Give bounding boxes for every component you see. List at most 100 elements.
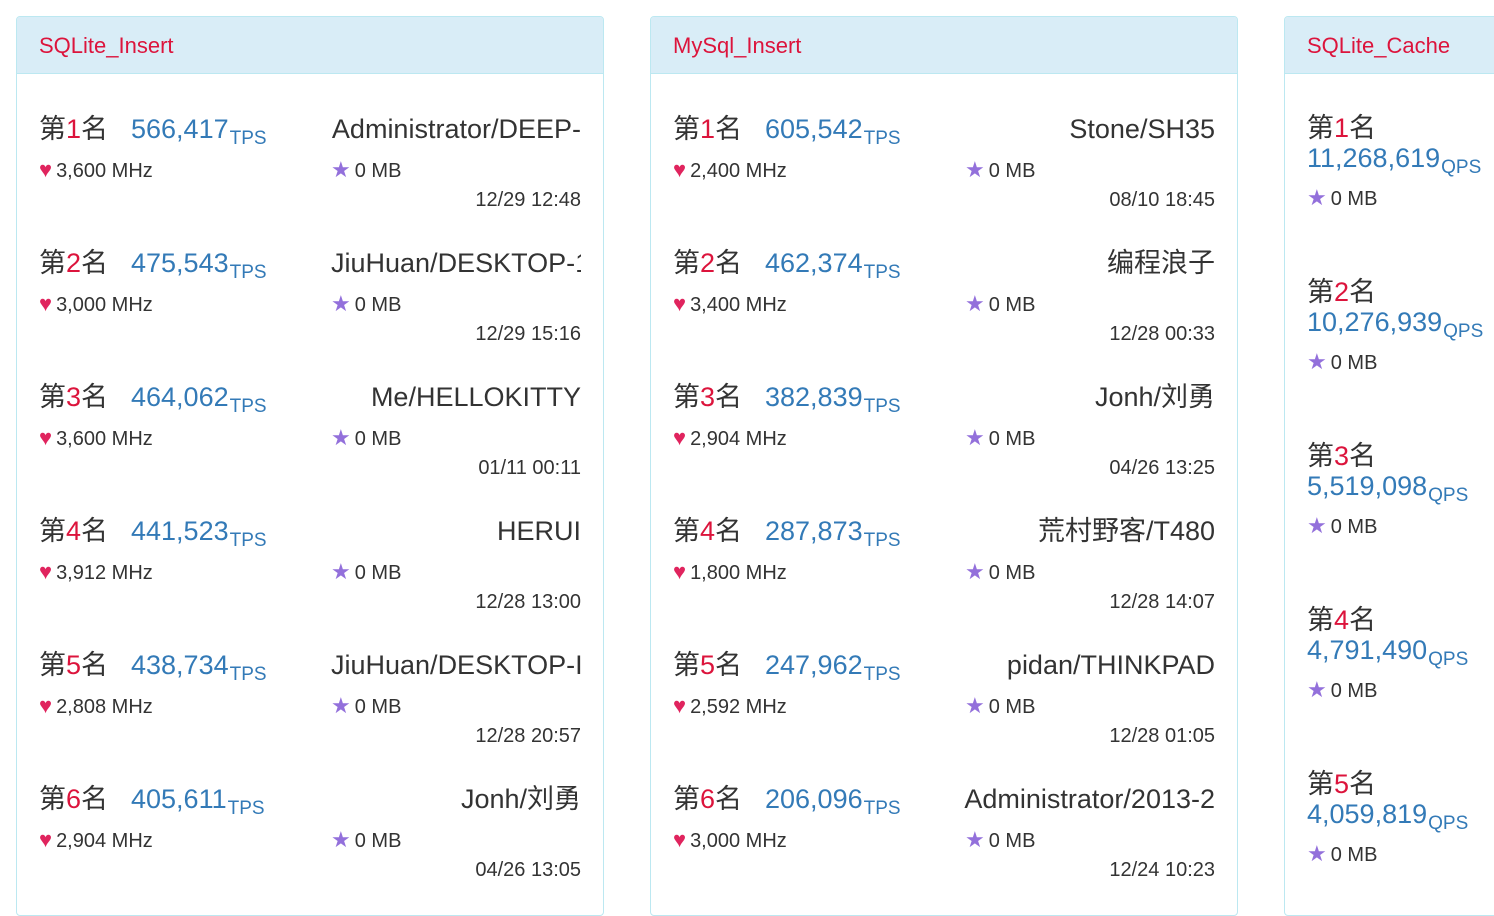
timestamp: 12/28 20:57 [475,725,581,747]
rank-label: 第4名 [1307,604,1376,636]
rank-suffix: 名 [81,382,109,412]
leaderboard-entry[interactable]: 第1名 11,268,619QPS ★ 0 MB [1307,112,1494,272]
score-value: 4,059,819QPS [1307,798,1468,840]
rank-label: 第2名 [673,246,742,280]
rank-label: 第4名 [39,514,108,548]
rank-suffix: 名 [1349,605,1377,635]
user-machine[interactable]: 荒村野客/T480 [1038,514,1215,548]
memory-value: 0 MB [1330,188,1378,210]
score-number: 10,276,939 [1307,307,1443,337]
rank-label: 第3名 [1307,440,1376,472]
cpu-speed: ♥ 2,592 MHz [673,694,787,719]
memory-value: 0 MB [1330,844,1378,866]
rank-suffix: 名 [81,114,109,144]
cpu-speed: ♥ 3,912 MHz [39,560,153,585]
rank-suffix: 名 [1349,441,1377,471]
user-machine[interactable]: JiuHuan/DESKTOP-I [331,648,581,682]
memory-usage: ★ 0 MB [965,292,1035,317]
memory-value: 0 MB [354,830,402,852]
rank-prefix: 第 [39,516,66,546]
score-value: 605,542TPS [765,112,901,156]
score-number: 438,734 [131,650,229,680]
memory-usage: ★ 0 MB [965,426,1035,451]
user-machine[interactable]: HERUI [497,514,581,548]
score-unit: TPS [863,530,901,551]
leaderboard-entry[interactable]: 第6名 206,096TPS Administrator/2013-2 ♥ 3,000 … [673,782,1215,902]
score-value: 5,519,098QPS [1307,470,1468,512]
timestamp: 12/28 00:33 [1109,323,1215,345]
user-machine[interactable]: Stone/SH35 [1069,112,1215,146]
score-value: 441,523TPS [131,514,267,558]
rank-label: 第5名 [1307,768,1376,800]
user-machine[interactable]: 编程浪子 [1107,246,1215,280]
user-machine[interactable]: Jonh/刘勇 [461,782,581,816]
user-machine[interactable]: Administrator/2013-2 [964,782,1215,816]
score-value: 462,374TPS [765,246,901,290]
user-machine[interactable]: pidan/THINKPAD [1007,648,1215,682]
score-number: 462,374 [765,248,863,278]
rank-number: 1 [66,114,82,144]
cpu-speed: ♥ 3,000 MHz [39,292,153,317]
heart-icon: ♥ [39,157,53,182]
leaderboard-entry[interactable]: 第2名 462,374TPS 编程浪子 ♥ 3,400 MHz ★ 0 MB 12/28 00… [673,246,1215,366]
leaderboard-entry[interactable]: 第4名 287,873TPS 荒村野客/T480 ♥ 1,800 MHz ★ 0 MB 12/… [673,514,1215,634]
star-icon: ★ [331,425,351,450]
rank-number: 5 [66,650,82,680]
leaderboard-entry[interactable]: 第2名 475,543TPS JiuHuan/DESKTOP-1 ♥ 3,000 MHz… [39,246,581,366]
rank-prefix: 第 [1307,441,1334,471]
leaderboard-entry[interactable]: 第3名 5,519,098QPS ★ 0 MB [1307,440,1494,600]
rank-prefix: 第 [39,114,66,144]
score-number: 4,791,490 [1307,635,1428,665]
memory-usage: ★ 0 MB [1307,514,1377,539]
leaderboard-entry[interactable]: 第3名 464,062TPS Me/HELLOKITTY ♥ 3,600 MHz ★ 0 M… [39,380,581,500]
star-icon: ★ [965,425,985,450]
leaderboard-entry[interactable]: 第1名 566,417TPS Administrator/DEEP- ♥ 3,600 M… [39,112,581,232]
leaderboard-entry[interactable]: 第5名 4,059,819QPS ★ 0 MB [1307,768,1494,915]
memory-usage: ★ 0 MB [1307,678,1377,703]
heart-icon: ♥ [39,559,53,584]
star-icon: ★ [1307,349,1327,374]
leaderboard-entry[interactable]: 第4名 4,791,490QPS ★ 0 MB [1307,604,1494,764]
rank-prefix: 第 [1307,113,1334,143]
score-number: 247,962 [765,650,863,680]
score-unit: QPS [1441,157,1482,178]
star-icon: ★ [965,693,985,718]
memory-value: 0 MB [988,428,1036,450]
memory-usage: ★ 0 MB [331,560,401,585]
rank-prefix: 第 [673,382,700,412]
rank-number: 5 [1334,769,1350,799]
user-machine[interactable]: Me/HELLOKITTY [371,380,581,414]
leaderboard-entry[interactable]: 第4名 441,523TPS HERUI ♥ 3,912 MHz ★ 0 MB 12/28 1… [39,514,581,634]
score-value: 438,734TPS [131,648,267,692]
score-unit: QPS [1428,485,1469,506]
leaderboard-entry[interactable]: 第2名 10,276,939QPS ★ 0 MB [1307,276,1494,436]
score-unit: TPS [863,664,901,685]
score-unit: QPS [1428,649,1469,670]
rank-number: 2 [1334,277,1350,307]
cpu-value: 3,600 MHz [56,160,153,182]
cpu-speed: ♥ 3,600 MHz [39,426,153,451]
rank-prefix: 第 [673,516,700,546]
leaderboard-entry[interactable]: 第5名 438,734TPS JiuHuan/DESKTOP-I ♥ 2,808 MHz… [39,648,581,768]
memory-value: 0 MB [988,830,1036,852]
leaderboard-entry[interactable]: 第6名 405,611TPS Jonh/刘勇 ♥ 2,904 MHz ★ 0 MB 04/26… [39,782,581,902]
rank-number: 1 [1334,113,1350,143]
score-unit: TPS [227,798,265,819]
user-machine[interactable]: JiuHuan/DESKTOP-1 [331,246,581,280]
leaderboard-entry[interactable]: 第3名 382,839TPS Jonh/刘勇 ♥ 2,904 MHz ★ 0 MB 04/26… [673,380,1215,500]
memory-value: 0 MB [1330,680,1378,702]
leaderboard-entry[interactable]: 第5名 247,962TPS pidan/THINKPAD ♥ 2,592 MHz ★ 0 … [673,648,1215,768]
cpu-speed: ♥ 3,400 MHz [673,292,787,317]
memory-value: 0 MB [988,696,1036,718]
heart-icon: ♥ [673,157,687,182]
user-machine[interactable]: Jonh/刘勇 [1095,380,1215,414]
rank-label: 第4名 [673,514,742,548]
score-unit: QPS [1428,813,1469,834]
timestamp: 08/10 18:45 [1109,189,1215,211]
rank-label: 第6名 [673,782,742,816]
score-number: 566,417 [131,114,229,144]
panel-sqlite-cache: SQLite_Cache 第1名 11,268,619QPS ★ 0 MB 第2名 10,… [1284,16,1494,916]
cpu-value: 2,400 MHz [690,160,787,182]
user-machine[interactable]: Administrator/DEEP- [332,112,581,146]
leaderboard-entry[interactable]: 第1名 605,542TPS Stone/SH35 ♥ 2,400 MHz ★ 0 MB 08… [673,112,1215,232]
